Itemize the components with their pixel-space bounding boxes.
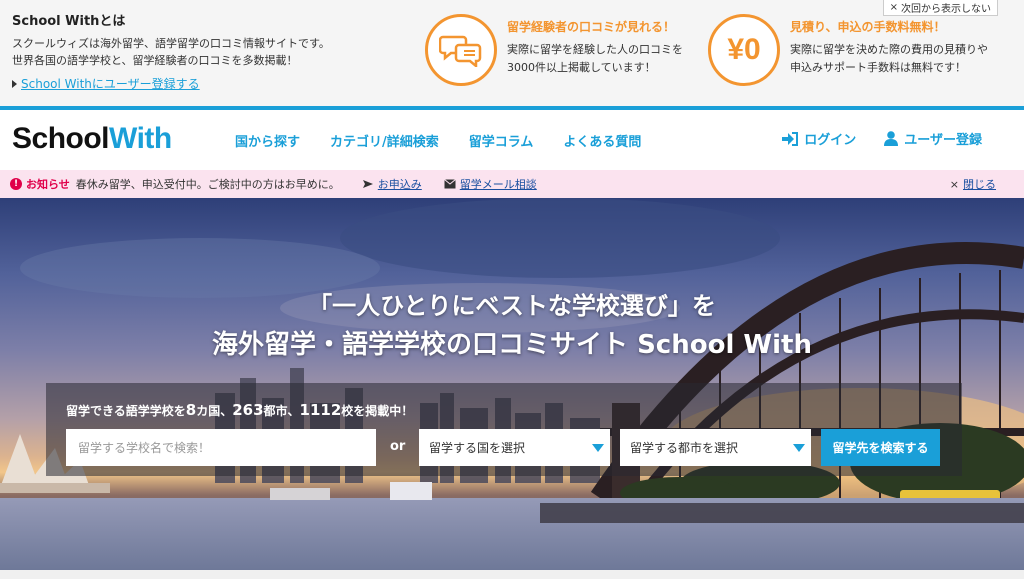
mail-consult-label: 留学メール相談 [459, 178, 537, 191]
info-title: School Withとは [12, 14, 126, 29]
sign-in-icon [782, 131, 799, 146]
login-label: ログイン [804, 133, 857, 148]
airplane-icon [362, 180, 373, 188]
register-button[interactable]: ユーザー登録 [884, 129, 982, 148]
info-desc-line2: 世界各国の語学学校と、留学経験者の口コミを多数掲載！ [12, 54, 298, 67]
nav-faq[interactable]: よくある質問 [563, 131, 641, 150]
mail-consult-link[interactable]: 留学メール相談 [443, 176, 537, 192]
feature-free-title: 見積り、申込の手数料無料！ [790, 20, 946, 34]
dont-show-again-label: 次回から表示しない [901, 4, 991, 15]
hero-title-line2: 海外留学・語学学校の口コミサイト School With [212, 330, 812, 360]
feature-reviews-title: 留学経験者の口コミが見れる！ [507, 20, 676, 34]
nav-study-column[interactable]: 留学コラム [469, 131, 534, 150]
speech-bubbles-icon [425, 14, 497, 86]
city-select-value: 留学する都市を選択 [630, 441, 739, 455]
yen-zero-icon: ¥0 [708, 14, 780, 86]
envelope-icon [443, 179, 456, 189]
count-prefix: 留学できる語学学校を [66, 404, 186, 418]
notice-label: ! お知らせ [10, 176, 70, 192]
notice-bar: ! お知らせ 春休み留学、申込受付中。ご検討中の方はお早めに。 お申込み 留学メ… [0, 170, 1024, 198]
city-select[interactable]: 留学する都市を選択 [620, 429, 811, 466]
apply-link-label: お申込み [377, 178, 422, 191]
yen-zero-text: ¥0 [727, 33, 761, 66]
feature-reviews: 留学経験者の口コミが見れる！ 実際に留学を経験した人の口コミを 3000件以上掲… [425, 14, 683, 86]
feature-free-desc2: 申込みサポート手数料は無料です！ [790, 61, 966, 74]
count-countries: 8 [185, 401, 197, 419]
notice-text: 春休み留学、申込受付中。ご検討中の方はお早めに。 [75, 178, 340, 191]
feature-free-desc1: 実際に留学を決めた際の費用の見積りや [790, 43, 988, 56]
close-icon: × [949, 177, 959, 191]
close-icon: × [889, 2, 898, 13]
account-nav: ログイン ユーザー登録 [782, 129, 982, 148]
chevron-down-icon [793, 444, 805, 452]
school-with-logo[interactable]: SchoolWith [12, 122, 172, 156]
count-schools: 1112 [299, 401, 342, 419]
register-link-row[interactable]: School Withにユーザー登録する [12, 75, 412, 92]
school-search-panel: 留学できる語学学校を8カ国、263都市、1112校を掲載中！ 留学する学校名で検… [46, 383, 962, 476]
alert-icon: ! [10, 178, 22, 190]
info-banner: School Withとは スクールウィズは海外留学、語学留学の口コミ情報サイト… [0, 0, 1024, 110]
site-header: SchoolWith 国から探す カテゴリ/詳細検索 留学コラム よくある質問 … [0, 114, 1024, 166]
or-label: or [390, 439, 406, 454]
count-cities: 263 [232, 401, 264, 419]
school-count-text: 留学できる語学学校を8カ国、263都市、1112校を掲載中！ [66, 401, 413, 419]
count-countries-unit: カ国、 [196, 404, 233, 418]
feature-reviews-desc1: 実際に留学を経験した人の口コミを [507, 43, 683, 56]
school-name-search-input[interactable]: 留学する学校名で検索！ [66, 429, 376, 466]
user-icon [884, 131, 899, 146]
nav-category-search[interactable]: カテゴリ/詳細検索 [330, 131, 439, 150]
register-link[interactable]: School Withにユーザー登録する [21, 75, 200, 92]
dont-show-again-button[interactable]: × 次回から表示しない [882, 0, 998, 16]
feature-free-fee: ¥0 見積り、申込の手数料無料！ 実際に留学を決めた際の費用の見積りや 申込みサ… [708, 14, 988, 86]
register-label: ユーザー登録 [904, 133, 982, 148]
logo-with-text: With [109, 122, 172, 155]
nav-search-by-country[interactable]: 国から探す [235, 131, 300, 150]
notice-close-label: 閉じる [963, 178, 996, 191]
country-select-value: 留学する国を選択 [429, 441, 526, 455]
count-schools-unit: 校を掲載中！ [341, 404, 414, 418]
search-button[interactable]: 留学先を検索する [821, 429, 940, 466]
info-intro: School Withとは スクールウィズは海外留学、語学留学の口コミ情報サイト… [12, 10, 412, 92]
count-cities-unit: 都市、 [263, 404, 300, 418]
login-button[interactable]: ログイン [782, 129, 856, 148]
triangle-right-icon [12, 79, 17, 88]
apply-link[interactable]: お申込み [362, 176, 422, 192]
info-desc-line1: スクールウィズは海外留学、語学留学の口コミ情報サイトです。 [12, 37, 330, 50]
notice-label-text: お知らせ [26, 178, 70, 191]
chevron-down-icon [592, 444, 604, 452]
feature-reviews-desc2: 3000件以上掲載しています！ [507, 61, 656, 74]
country-select[interactable]: 留学する国を選択 [419, 429, 610, 466]
main-nav: 国から探す カテゴリ/詳細検索 留学コラム よくある質問 [235, 131, 641, 150]
hero-title-line1: 「一人ひとりにベストな学校選び」を [308, 292, 716, 320]
notice-close-button[interactable]: × 閉じる [950, 176, 996, 192]
hero-section: 「一人ひとりにベストな学校選び」を 海外留学・語学学校の口コミサイト Schoo… [0, 198, 1024, 579]
logo-school-text: School [12, 122, 110, 155]
